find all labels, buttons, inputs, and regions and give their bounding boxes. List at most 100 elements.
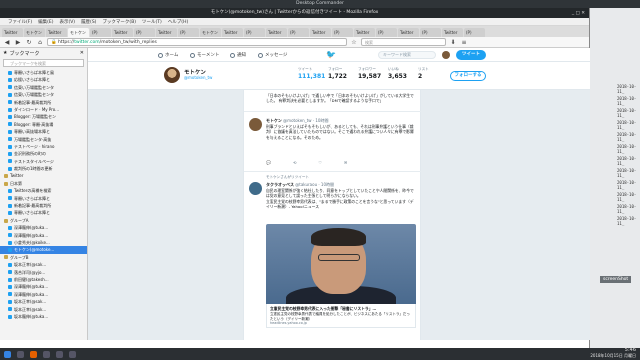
bookmark-item[interactable]: 専願いさらば本陣と [0, 195, 87, 202]
bookmark-item[interactable]: 裁判所の1時間の更新 [0, 165, 87, 172]
avatar[interactable] [249, 182, 262, 195]
back-icon[interactable]: ◀ [3, 38, 11, 46]
browser-tab[interactable]: (P) [178, 28, 199, 37]
firefox-icon[interactable] [30, 350, 37, 358]
bookmark-item[interactable]: 深澤龍伸(@tuka... [0, 283, 87, 290]
home-icon[interactable]: ⌂ [36, 38, 44, 46]
bookmark-search-input[interactable]: ブックマークを検索 [3, 59, 84, 67]
nav-moments[interactable]: モーメント [190, 52, 219, 58]
tweet-button[interactable]: ツイート [456, 50, 486, 60]
browser-tab[interactable]: (P) [376, 28, 397, 37]
twitter-search-input[interactable]: キーワード検索 [378, 51, 436, 59]
bookmark-item[interactable]: 応援いさらば本陣と [0, 76, 87, 83]
bookmark-item[interactable]: 新着記事·最高裁判所 [0, 99, 87, 106]
bookmark-item[interactable]: 坂本正幸(@sak... [0, 261, 87, 268]
url-bar[interactable]: 🔒 https://twitter.com/motoken_tw/with_re… [47, 38, 347, 46]
profile-stat[interactable]: ツイート 111,381 [298, 67, 328, 80]
nav-home[interactable]: ホーム [158, 52, 178, 58]
dm-icon[interactable]: ✉ [344, 160, 347, 165]
app-launcher-icon[interactable] [4, 350, 11, 358]
tweet[interactable]: 「日本のそもいけよいげ」で通しい中で「日本のそもいけよいげ」がしている大学生でし… [244, 90, 422, 112]
bookmark-item[interactable]: Twitterの高橋を検索 [0, 187, 87, 194]
menu-item[interactable]: ファイル(F) [8, 19, 32, 25]
bookmark-item[interactable]: Blogger: 専願·高抜場 [0, 121, 87, 128]
browser-tab[interactable]: (P) [332, 28, 353, 37]
menu-item[interactable]: 表示(V) [59, 19, 75, 25]
bookmark-folder[interactable]: グループB [0, 254, 87, 261]
profile-stat[interactable]: いいね 3,653 [388, 67, 418, 80]
bookmark-item[interactable]: 坂本龍伸(@tuka... [0, 313, 87, 320]
browser-tab[interactable]: Twitter [398, 28, 419, 37]
browser-tab[interactable]: (P) [90, 28, 111, 37]
browser-tab[interactable]: モトケン [24, 28, 45, 37]
browser-tab[interactable]: (P) [134, 28, 155, 37]
bookmark-item[interactable]: 落合洋司(@yjo... [0, 269, 87, 276]
browser-tab[interactable]: Twitter [442, 28, 463, 37]
bookmark-item[interactable]: モトケン(@motoke... [0, 246, 87, 254]
reload-icon[interactable]: ↻ [25, 38, 33, 46]
nav-messages[interactable]: メッセージ [258, 52, 287, 58]
menu-item[interactable]: ヘルプ(H) [168, 19, 188, 25]
avatar[interactable] [249, 118, 262, 131]
news-card[interactable]: 立憲民主党の枝野幸男代表に入った衝撃「秘書にリストラ」… 立憲民主党の枝野幸男代… [266, 304, 416, 328]
news-card-image[interactable] [266, 224, 416, 304]
bookmark-item[interactable]: 深澤龍伸(@tuka... [0, 224, 87, 231]
menu-icon[interactable]: ≡ [460, 38, 468, 46]
download-icon[interactable]: ⬇ [449, 38, 457, 46]
browser-tab[interactable]: Twitter [112, 28, 133, 37]
profile-stat[interactable]: フォロワー 19,587 [358, 67, 388, 80]
bookmark-item[interactable]: 信東い万場鑑監センタ [0, 84, 87, 91]
bookmark-item[interactable]: 専願いさらば本陣と [0, 209, 87, 216]
tweet[interactable]: モトケン @motoken_tw · 10時間 刑事ブランドといえばそもそもしい… [244, 112, 422, 172]
bookmark-item[interactable]: 坂本正幸(@sak... [0, 306, 87, 313]
menu-item[interactable]: 編集(E) [38, 19, 53, 25]
bookmark-item[interactable]: 万場鑑監センタ·高抜 [0, 136, 87, 143]
browser-tab[interactable]: (P) [420, 28, 441, 37]
browser-tab[interactable]: Twitter [156, 28, 177, 37]
files-icon[interactable] [17, 350, 24, 358]
follow-button[interactable]: フォローする [450, 71, 486, 81]
menu-item[interactable]: ツール(T) [142, 19, 162, 25]
browser-tab[interactable]: Twitter [2, 28, 23, 37]
bookmark-folder[interactable]: Twitter [0, 172, 87, 179]
bookmark-item[interactable]: 専願い高抜場本陣と [0, 128, 87, 135]
bookmark-item[interactable]: 金沢刑務所の町の [0, 150, 87, 157]
profile-stat[interactable]: フォロー 1,722 [328, 67, 358, 80]
profile-avatar[interactable] [163, 66, 181, 84]
avatar[interactable] [442, 51, 450, 59]
bookmark-item[interactable]: Blogger: 万場鑑監セン [0, 113, 87, 120]
tweet[interactable]: モトケンさんがリツイート タクラオッペス @takuraou · 10時間 自民… [244, 172, 422, 340]
forward-icon[interactable]: ▶ [14, 38, 22, 46]
bookmark-item[interactable]: 深澤龍伸(@tuka... [0, 232, 87, 239]
browser-tab[interactable]: モトケン [68, 28, 89, 37]
browser-tab[interactable]: (P) [464, 28, 485, 37]
browser-tab[interactable]: Twitter [46, 28, 67, 37]
browser-tab[interactable]: Twitter [354, 28, 375, 37]
star-icon[interactable]: ☆ [350, 38, 358, 46]
bookmark-folder[interactable]: 日本第 [0, 180, 87, 187]
bookmark-item[interactable]: テストスタイルページ [0, 158, 87, 165]
sidebar-close-icon[interactable]: ✕ [80, 50, 84, 56]
bookmark-item[interactable]: 新着記事·最高裁判所 [0, 202, 87, 209]
browser-search-input[interactable]: 検索 [361, 38, 446, 46]
browser-tab[interactable]: Twitter [266, 28, 287, 37]
browser-tab[interactable]: (P) [288, 28, 309, 37]
bookmark-item[interactable]: 前田健(@takesh... [0, 276, 87, 283]
bookmark-item[interactable]: 専願いさらば本陣と風 [0, 69, 87, 76]
bookmark-folder[interactable]: グループA [0, 217, 87, 224]
browser-tab[interactable]: モトケン [200, 28, 221, 37]
editor-icon[interactable] [56, 350, 63, 358]
bookmark-item[interactable]: ダインロード · My Pro... [0, 106, 87, 113]
menu-item[interactable]: ブックマーク(B) [102, 19, 136, 25]
like-icon[interactable]: ♡ [318, 160, 322, 165]
screenshot-window-label[interactable]: screenShot [600, 276, 632, 283]
bookmark-item[interactable]: テストページ · hirano [0, 143, 87, 150]
nav-notifications[interactable]: 通知 [230, 52, 246, 58]
profile-handle[interactable]: @motoken_tw [184, 75, 212, 80]
terminal-icon[interactable] [43, 350, 50, 358]
reply-icon[interactable]: 💬 [266, 160, 271, 165]
bookmark-item[interactable]: 深澤龍伸(@tuka... [0, 291, 87, 298]
twitter-bird-icon[interactable]: 🐦 [326, 51, 336, 59]
retweet-icon[interactable]: ⟲ [293, 160, 296, 165]
clock[interactable]: 5:46 2018年10月15日 月曜日 [590, 348, 636, 359]
